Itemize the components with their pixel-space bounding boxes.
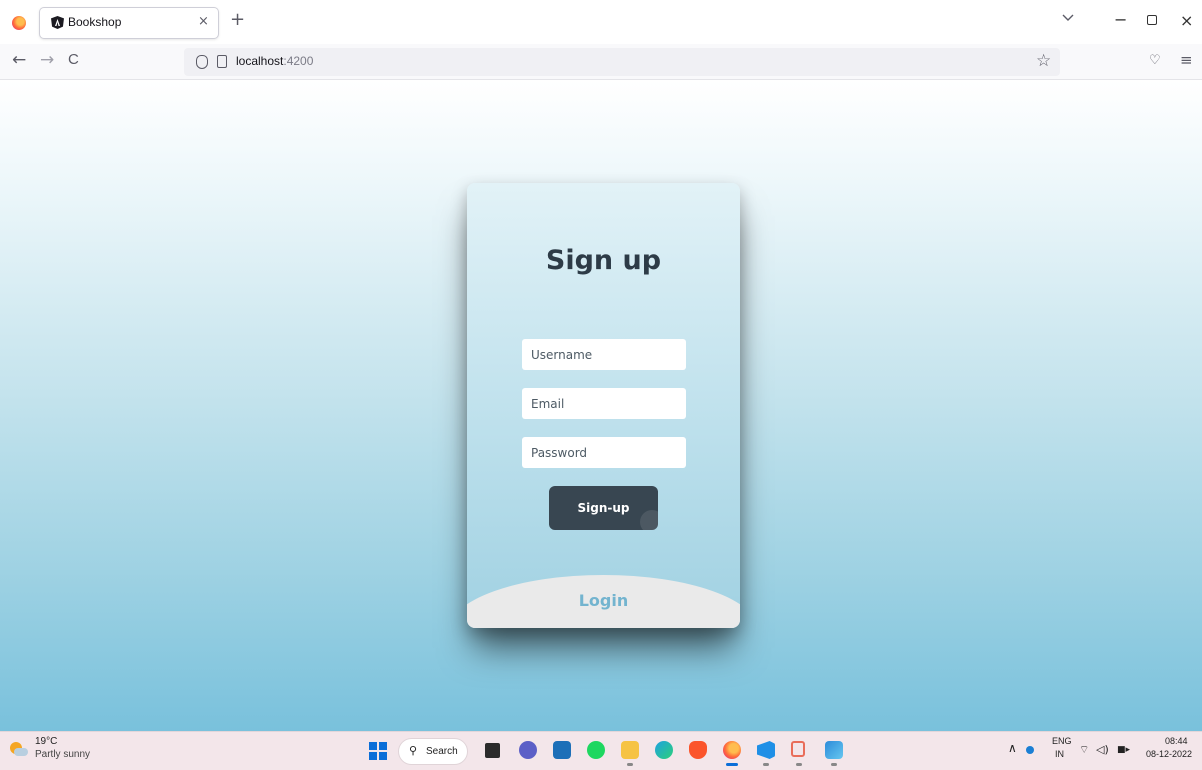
firefox-icon[interactable] <box>723 741 741 759</box>
windows-taskbar: 19°C Partly sunny ⚲ Search ∧ ENG IN ⌔ ◁)… <box>0 731 1202 770</box>
page-viewport: Sign up Sign-up Login <box>0 81 1202 731</box>
git-icon[interactable] <box>791 741 805 757</box>
edge-icon[interactable] <box>655 741 673 759</box>
taskbar-search[interactable]: ⚲ Search <box>398 738 468 765</box>
photos-icon[interactable] <box>825 741 843 759</box>
clock-date[interactable]: 08-12-2022 <box>1146 749 1192 759</box>
reload-button[interactable]: C <box>68 50 79 70</box>
language-region[interactable]: IN <box>1055 749 1064 759</box>
folder-icon[interactable] <box>621 741 639 759</box>
forward-button[interactable]: → <box>40 50 54 70</box>
signup-button-label: Sign-up <box>577 501 630 515</box>
running-indicator <box>831 763 837 766</box>
list-all-tabs-chevron-icon[interactable] <box>1062 14 1074 22</box>
window-minimize-button[interactable]: − <box>1114 10 1127 29</box>
url-text[interactable]: localhost:4200 <box>236 54 313 68</box>
tab-close-button[interactable]: × <box>198 14 209 29</box>
teams-icon[interactable] <box>519 741 537 759</box>
weather-partly-sunny-icon[interactable] <box>10 742 28 756</box>
brave-icon[interactable] <box>689 741 707 759</box>
bookmark-star-icon[interactable]: ☆ <box>1036 51 1051 71</box>
language-indicator[interactable]: ENG <box>1052 736 1072 746</box>
angular-favicon-icon <box>51 16 64 29</box>
url-port: :4200 <box>283 54 314 68</box>
hamburger-menu-icon[interactable]: ≡ <box>1180 51 1193 69</box>
weather-temperature[interactable]: 19°C <box>35 736 57 747</box>
login-link[interactable]: Login <box>467 591 740 610</box>
spotify-icon[interactable] <box>587 741 605 759</box>
wifi-icon[interactable]: ⌔ <box>1079 743 1089 757</box>
tray-app-icon[interactable] <box>1026 746 1034 754</box>
mail-icon[interactable] <box>553 741 571 759</box>
firefox-logo-icon[interactable] <box>12 16 26 30</box>
browser-tab-bar: Bookshop × + − × <box>0 0 1202 44</box>
battery-icon[interactable]: ■▸ <box>1117 745 1130 755</box>
signup-card: Sign up Sign-up Login <box>467 183 740 628</box>
tray-overflow-chevron-icon[interactable]: ∧ <box>1008 741 1017 755</box>
running-indicator <box>627 763 633 766</box>
vscode-icon[interactable] <box>757 741 775 759</box>
signup-button[interactable]: Sign-up <box>549 486 658 530</box>
running-indicator <box>796 763 802 766</box>
back-button[interactable]: ← <box>12 50 26 70</box>
search-icon: ⚲ <box>409 744 418 757</box>
tracking-protection-shield-icon[interactable] <box>196 55 208 69</box>
running-indicator <box>763 763 769 766</box>
weather-description[interactable]: Partly sunny <box>35 749 90 760</box>
pocket-icon[interactable]: ♡ <box>1149 53 1161 68</box>
tab-bookshop[interactable]: Bookshop × <box>40 8 218 38</box>
window-close-button[interactable]: × <box>1180 11 1193 30</box>
volume-icon[interactable]: ◁) <box>1096 743 1109 756</box>
url-host: localhost <box>236 54 284 68</box>
window-restore-button[interactable] <box>1147 15 1157 25</box>
search-label: Search <box>426 746 458 757</box>
tab-title: Bookshop <box>68 15 122 29</box>
active-indicator <box>726 763 738 766</box>
password-input[interactable] <box>522 437 686 468</box>
username-input[interactable] <box>522 339 686 370</box>
new-tab-button[interactable]: + <box>230 10 245 30</box>
browser-nav-toolbar: ← → C localhost:4200 ☆ ♡ ≡ <box>0 44 1202 80</box>
signup-heading: Sign up <box>545 245 662 276</box>
page-info-icon[interactable] <box>217 55 227 68</box>
windows-start-icon[interactable] <box>369 742 387 760</box>
email-input[interactable] <box>522 388 686 419</box>
button-ripple-decoration <box>640 510 658 530</box>
url-bar[interactable]: localhost:4200 ☆ <box>184 48 1060 76</box>
clock-time[interactable]: 08:44 <box>1165 736 1188 746</box>
file-explorer-icon[interactable] <box>485 743 500 758</box>
